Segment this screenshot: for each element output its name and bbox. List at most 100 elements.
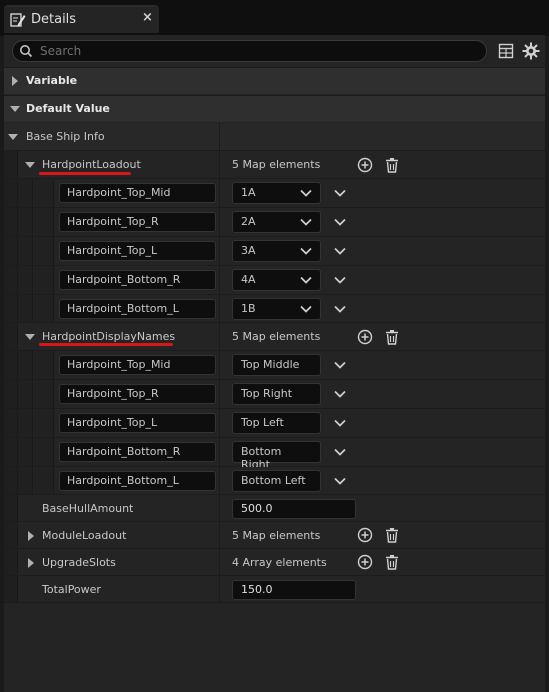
tab-details[interactable]: Details ×: [4, 5, 159, 33]
details-pencil-icon: [10, 13, 26, 27]
indent-guide: [34, 351, 54, 379]
plus-circle-icon[interactable]: [357, 554, 373, 570]
map-key-field[interactable]: Hardpoint_Top_L: [59, 413, 216, 433]
value-combo[interactable]: 3A: [232, 240, 321, 262]
value-combo[interactable]: 1A: [232, 182, 321, 204]
trash-icon[interactable]: [384, 157, 400, 173]
property-module-loadout: ModuleLoadout 5 Map elements: [4, 522, 545, 549]
triangle-arrow-icon[interactable]: [25, 160, 35, 170]
plus-circle-icon[interactable]: [357, 527, 373, 543]
plus-circle-icon[interactable]: [357, 329, 373, 345]
chevron-down-icon[interactable]: [334, 275, 346, 285]
trash-icon[interactable]: [384, 527, 400, 543]
chevron-down-icon[interactable]: [334, 447, 346, 457]
property-upgrade-slots: UpgradeSlots 4 Array elements: [4, 549, 545, 576]
triangle-arrow-icon[interactable]: [26, 558, 36, 568]
indent-guide: [4, 576, 18, 602]
indent-guide: [34, 467, 54, 494]
column-divider: [219, 576, 220, 602]
indent-guide: [4, 380, 18, 408]
indent-guide: [34, 438, 54, 466]
map-key-field[interactable]: Hardpoint_Top_R: [59, 212, 216, 232]
chevron-down-icon[interactable]: [334, 418, 346, 428]
value-text-field[interactable]: Top Middle: [232, 354, 321, 376]
chevron-down-icon: [300, 247, 312, 255]
indent-guide: [34, 237, 54, 265]
plus-circle-icon[interactable]: [357, 157, 373, 173]
map-key-field[interactable]: Hardpoint_Top_Mid: [59, 183, 216, 203]
chevron-down-icon[interactable]: [334, 246, 346, 256]
category-default-value[interactable]: Default Value: [4, 95, 545, 122]
map-entry: Hardpoint_Top_Mid Top Middle: [4, 351, 545, 380]
indent-guide: [34, 295, 54, 322]
indent-guide: [4, 208, 18, 236]
group-base-ship-info[interactable]: Base Ship Info: [4, 123, 545, 151]
gear-icon[interactable]: [522, 42, 540, 60]
trash-icon[interactable]: [384, 554, 400, 570]
column-divider: [219, 409, 220, 437]
table-grid-icon[interactable]: [498, 43, 514, 59]
trash-icon[interactable]: [384, 329, 400, 345]
map-key-field[interactable]: Hardpoint_Top_R: [59, 384, 216, 404]
search-input[interactable]: Search: [12, 40, 487, 62]
map-key-field[interactable]: Hardpoint_Bottom_L: [59, 471, 216, 491]
tab-bar: Details ×: [0, 0, 549, 36]
indent-guide: [34, 266, 54, 294]
map-entry: Hardpoint_Top_Mid 1A: [4, 179, 545, 208]
value-combo[interactable]: 2A: [232, 211, 321, 233]
map-key-field[interactable]: Hardpoint_Top_Mid: [59, 355, 216, 375]
combo-value: 1B: [241, 302, 256, 315]
chevron-down-icon[interactable]: [334, 389, 346, 399]
value-text-field[interactable]: Bottom Left: [232, 470, 321, 492]
column-divider: [219, 351, 220, 379]
array-summary: 4 Array elements: [232, 556, 327, 569]
map-key-field[interactable]: Hardpoint_Bottom_R: [59, 270, 216, 290]
indent-guide: [4, 351, 18, 379]
group-label: Base Ship Info: [26, 130, 105, 143]
chevron-down-icon: [300, 189, 312, 197]
number-field[interactable]: 150.0: [232, 580, 356, 600]
combo-value: 2A: [241, 215, 256, 228]
category-label: Default Value: [26, 102, 110, 115]
indent-guide: [34, 380, 54, 408]
indent-guide: [18, 409, 33, 437]
close-icon[interactable]: ×: [142, 10, 153, 25]
chevron-down-icon[interactable]: [334, 217, 346, 227]
number-field[interactable]: 500.0: [232, 499, 356, 519]
map-entry: Hardpoint_Bottom_L 1B: [4, 295, 545, 323]
chevron-down-icon[interactable]: [334, 304, 346, 314]
combo-value: 1A: [241, 186, 256, 199]
indent-guide: [18, 237, 33, 265]
indent-guide: [4, 266, 18, 294]
value-combo[interactable]: 4A: [232, 269, 321, 291]
column-divider: [219, 295, 220, 322]
indent-guide: [18, 380, 33, 408]
tab-title: Details: [31, 12, 77, 27]
category-variable[interactable]: Variable: [4, 67, 545, 94]
map-key-field[interactable]: Hardpoint_Top_L: [59, 241, 216, 261]
triangle-arrow-icon[interactable]: [26, 531, 36, 541]
indent-guide: [34, 208, 54, 236]
map-summary: 5 Map elements: [232, 158, 321, 171]
triangle-arrow-icon: [12, 76, 18, 86]
map-key-field[interactable]: Hardpoint_Bottom_L: [59, 299, 216, 319]
map-entry: Hardpoint_Bottom_R Bottom Right: [4, 438, 545, 471]
chevron-down-icon[interactable]: [334, 360, 346, 370]
value-combo[interactable]: 1B: [232, 298, 321, 320]
indent-guide: [18, 295, 33, 322]
triangle-arrow-icon: [10, 106, 20, 112]
value-text-field[interactable]: Bottom Right: [232, 441, 321, 471]
map-key-field[interactable]: Hardpoint_Bottom_R: [59, 442, 216, 462]
column-divider: [219, 438, 220, 466]
map-entry: Hardpoint_Top_L Top Left: [4, 409, 545, 438]
value-text-field[interactable]: Top Left: [232, 412, 321, 434]
chevron-down-icon[interactable]: [334, 476, 346, 486]
value-text-field[interactable]: Top Right: [232, 383, 321, 405]
chevron-down-icon: [300, 305, 312, 313]
triangle-arrow-icon[interactable]: [25, 332, 35, 342]
chevron-down-icon[interactable]: [334, 188, 346, 198]
property-hardpoint-display-names: HardpointDisplayNames 5 Map elements: [4, 323, 545, 351]
property-label: TotalPower: [42, 583, 101, 596]
column-divider: [219, 237, 220, 265]
column-divider: [219, 522, 220, 548]
